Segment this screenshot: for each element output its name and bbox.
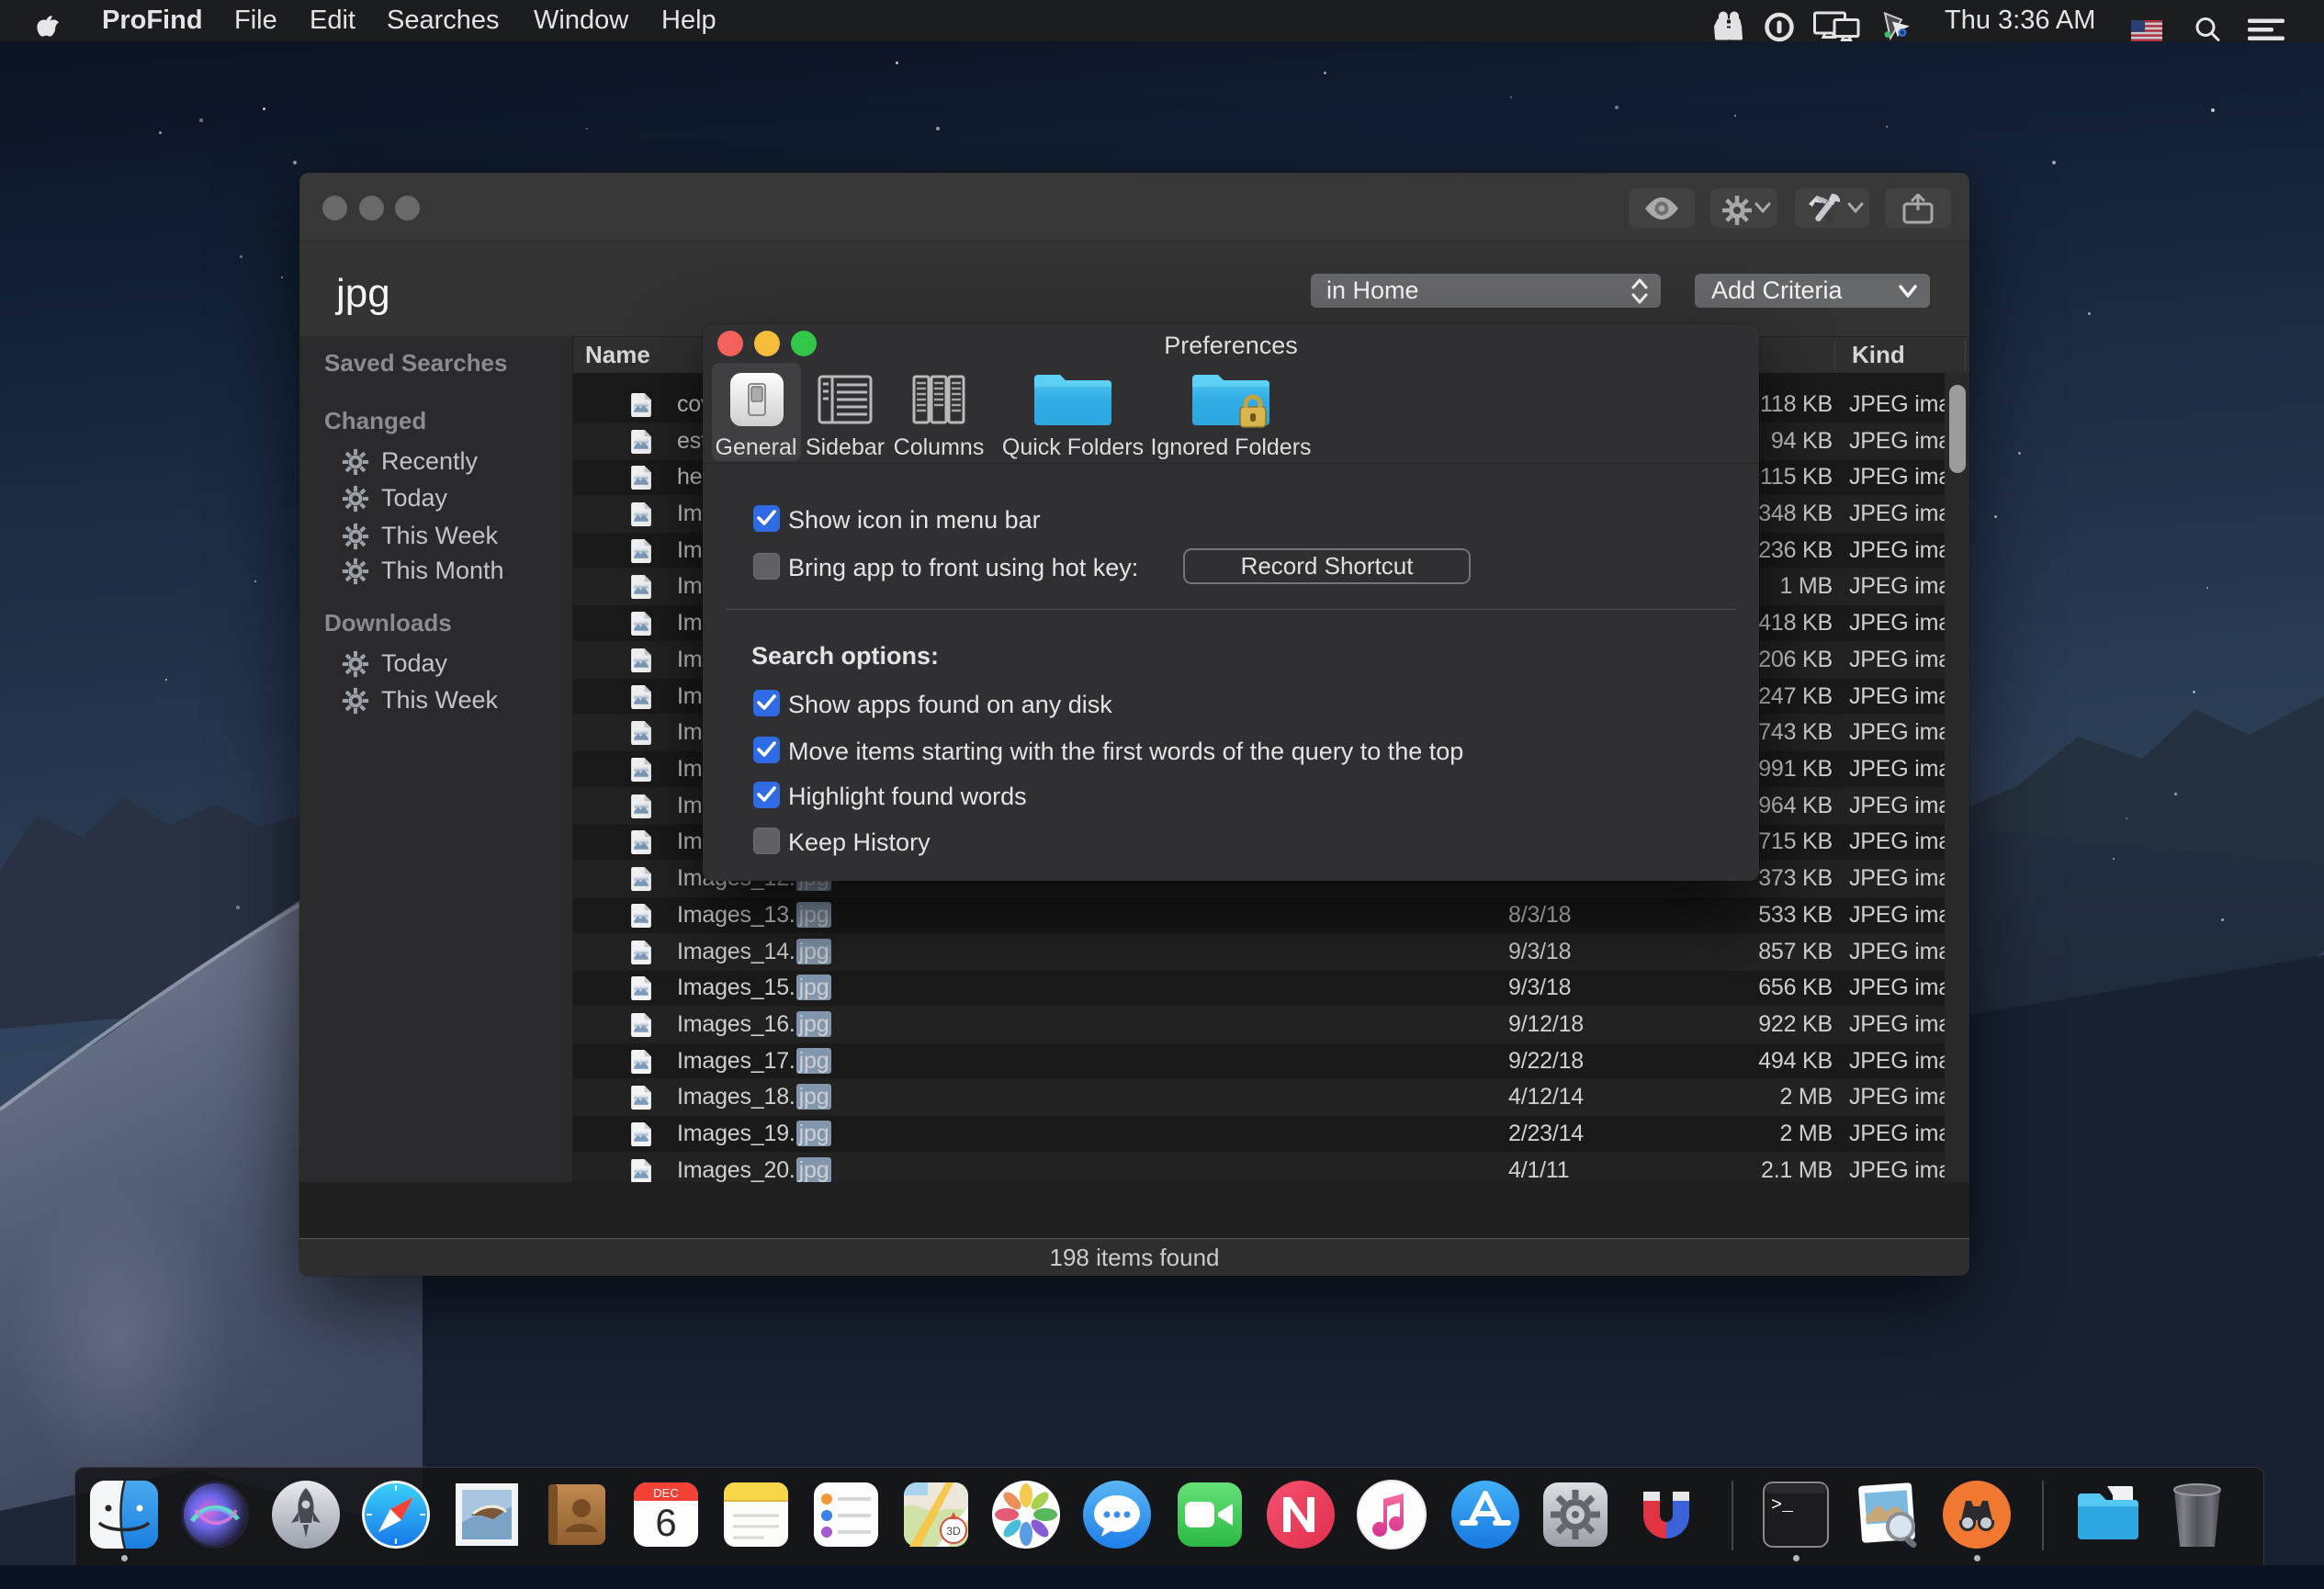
svg-text:6: 6 (655, 1501, 676, 1544)
svg-text:>_: >_ (1771, 1495, 1794, 1516)
svg-text:3D: 3D (946, 1525, 961, 1538)
svg-text:DEC: DEC (653, 1486, 678, 1500)
